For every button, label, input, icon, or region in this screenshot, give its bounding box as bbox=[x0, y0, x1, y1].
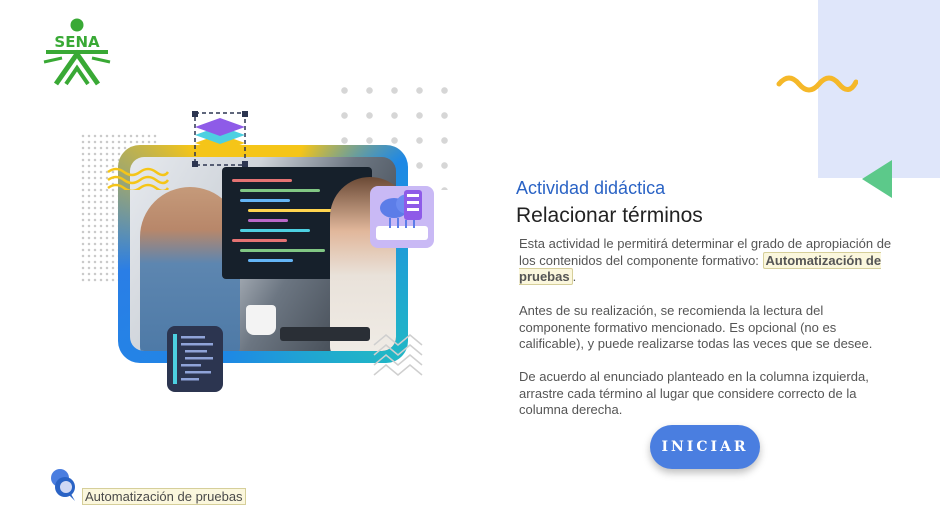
decorative-zigzag-icon bbox=[373, 334, 423, 376]
decorative-triangle bbox=[862, 160, 892, 198]
footer-component-name: Automatización de pruebas bbox=[82, 488, 246, 505]
start-button[interactable]: INICIAR bbox=[650, 425, 760, 469]
decorative-wave-icon bbox=[776, 75, 858, 93]
sena-logo-icon: SENA bbox=[42, 18, 112, 86]
cloud-server-icon bbox=[370, 186, 434, 248]
mug-illustration bbox=[246, 305, 276, 335]
description-text: . bbox=[572, 269, 577, 284]
description-paragraph-1: Esta actividad le permitirá determinar e… bbox=[519, 236, 894, 286]
logo-text: SENA bbox=[54, 33, 100, 51]
code-card-icon bbox=[167, 326, 223, 392]
description-paragraph-2: Antes de su realización, se recomienda l… bbox=[519, 303, 873, 351]
description-paragraph-3: De acuerdo al enunciado planteado en la … bbox=[519, 369, 869, 417]
keyboard-illustration bbox=[280, 327, 370, 341]
decorative-wave-left-icon bbox=[107, 167, 170, 190]
chat-bubbles-icon bbox=[51, 469, 75, 501]
activity-title: Relacionar términos bbox=[516, 204, 703, 227]
layers-stack-icon bbox=[192, 111, 248, 167]
activity-label: Actividad didáctica bbox=[516, 178, 666, 198]
